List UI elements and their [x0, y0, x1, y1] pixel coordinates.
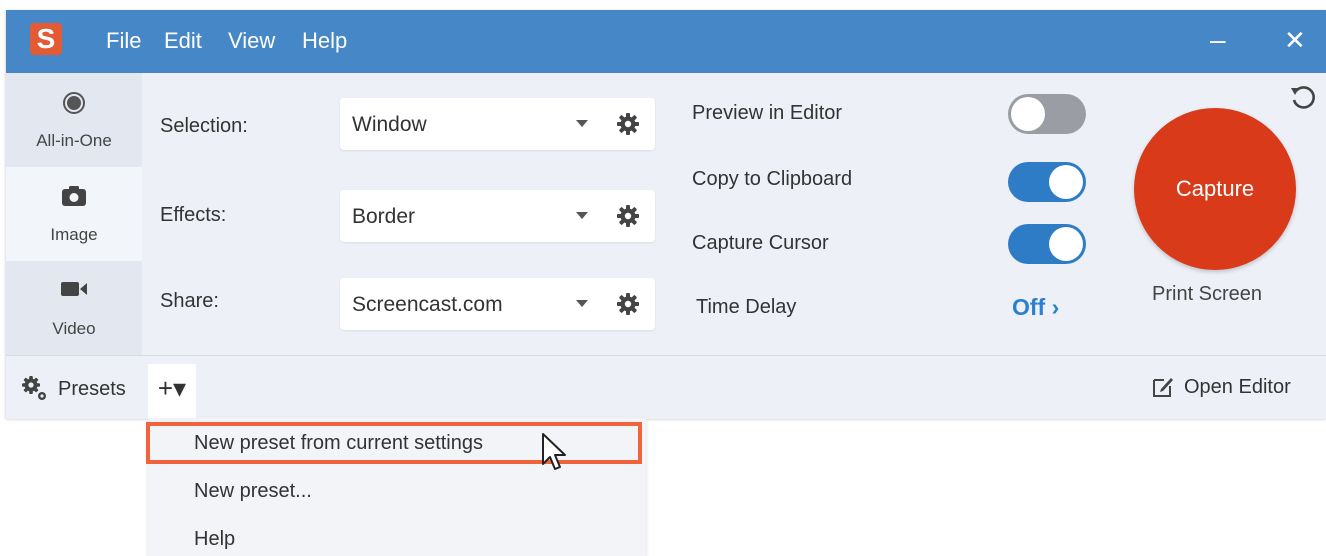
tab-label: All-in-One: [36, 131, 112, 150]
presets-button[interactable]: Presets: [20, 374, 126, 404]
chevron-down-icon: [576, 300, 588, 307]
selection-value: Window: [352, 113, 427, 136]
chevron-down-icon: [576, 212, 588, 219]
effects-value: Border: [352, 205, 416, 228]
record-circle-icon: [6, 91, 142, 115]
tab-image[interactable]: Image: [6, 167, 142, 261]
menu-help[interactable]: Help: [302, 28, 347, 54]
selection-label: Selection:: [160, 115, 248, 137]
selection-dropdown[interactable]: Window: [340, 98, 655, 150]
copy-to-clipboard-toggle[interactable]: [1008, 162, 1086, 202]
tab-video[interactable]: Video: [6, 261, 142, 355]
share-gear-icon[interactable]: [616, 292, 640, 316]
menu-file[interactable]: File: [106, 28, 141, 54]
effects-label: Effects:: [160, 204, 227, 226]
toggle-knob: [1011, 97, 1045, 131]
chevron-down-icon: [576, 120, 588, 127]
effects-gear-icon[interactable]: [616, 204, 640, 228]
tab-label: Image: [50, 225, 98, 244]
reset-icon[interactable]: [1288, 82, 1318, 112]
mouse-pointer-icon: [540, 432, 570, 478]
copy-to-clipboard-label: Copy to Clipboard: [692, 168, 853, 190]
edit-icon: [1150, 374, 1176, 400]
presets-label: Presets: [58, 377, 126, 400]
capture-cursor-label: Capture Cursor: [692, 232, 829, 254]
gears-icon: [20, 374, 50, 404]
menu-edit[interactable]: Edit: [164, 28, 202, 54]
minimize-button[interactable]: –: [1210, 24, 1226, 56]
tab-label: Video: [52, 319, 96, 338]
open-editor-button[interactable]: Open Editor: [1150, 374, 1291, 400]
capture-type-tabs: All-in-One Image Video: [6, 73, 142, 355]
time-delay-value[interactable]: Off ›: [1012, 294, 1059, 321]
capture-cursor-toggle[interactable]: [1008, 224, 1086, 264]
selection-gear-icon[interactable]: [616, 112, 640, 136]
title-bar: S File Edit View Help – ✕: [6, 10, 1326, 73]
video-camera-icon: [6, 279, 142, 303]
effects-dropdown[interactable]: Border: [340, 190, 655, 242]
preview-in-editor-label: Preview in Editor: [692, 102, 843, 124]
share-value: Screencast.com: [352, 293, 503, 316]
bottom-bar: Presets +▾ Open Editor: [6, 355, 1326, 419]
time-delay-label: Time Delay: [696, 296, 797, 318]
menu-item-new-preset[interactable]: New preset...: [194, 480, 312, 503]
capture-hotkey[interactable]: Print Screen: [1152, 283, 1262, 306]
camera-icon: [6, 185, 142, 209]
toggle-knob: [1049, 165, 1083, 199]
add-preset-button[interactable]: +▾: [148, 364, 196, 418]
share-dropdown[interactable]: Screencast.com: [340, 278, 655, 330]
toggle-knob: [1049, 227, 1083, 261]
open-editor-label: Open Editor: [1184, 375, 1291, 398]
snagit-logo-icon: S: [30, 23, 62, 55]
capture-button[interactable]: Capture: [1134, 108, 1296, 270]
preview-in-editor-toggle[interactable]: [1008, 94, 1086, 134]
menu-view[interactable]: View: [228, 28, 275, 54]
share-label: Share:: [160, 290, 219, 312]
snagit-capture-window: S File Edit View Help – ✕ All-in-One Ima…: [6, 10, 1326, 419]
close-button[interactable]: ✕: [1284, 24, 1306, 56]
menu-item-help[interactable]: Help: [194, 528, 235, 551]
tab-all-in-one[interactable]: All-in-One: [6, 73, 142, 167]
